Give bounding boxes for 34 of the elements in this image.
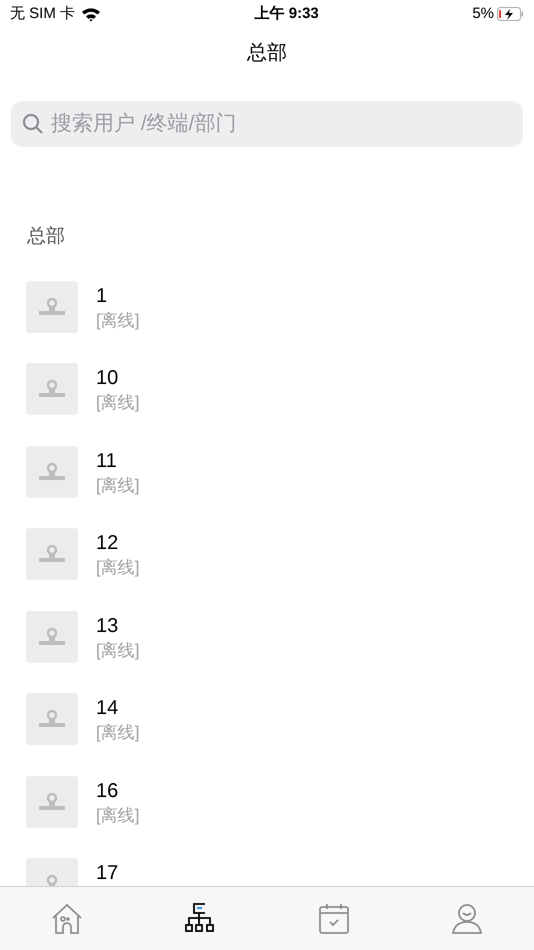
user-status: [离线] [96, 392, 140, 414]
user-name: 12 [96, 531, 120, 556]
avatar-placeholder [26, 610, 78, 662]
battery-charging-icon [497, 7, 524, 21]
calendar-icon[interactable] [316, 902, 351, 936]
user-status: [离线] [96, 557, 140, 579]
user-name: 17 [96, 861, 118, 886]
user-status: [离线] [96, 804, 140, 826]
user-name: 11 [96, 448, 118, 474]
avatar-placeholder [26, 528, 78, 580]
battery-text: 5% [472, 4, 494, 24]
page-title: 总部 [247, 41, 287, 66]
avatar-placeholder [26, 776, 78, 828]
section-title: 总部 [27, 226, 65, 247]
user-status: [离线] [96, 722, 140, 744]
avatar-placeholder [26, 693, 78, 745]
avatar-placeholder [26, 363, 78, 415]
user-name: 1 [96, 284, 108, 308]
user-status: [离线] [96, 310, 140, 332]
person-icon[interactable] [450, 902, 484, 936]
avatar-placeholder [26, 280, 78, 332]
user-name: 10 [96, 366, 120, 391]
home-icon[interactable] [50, 902, 84, 936]
carrier-text: 无 SIM 卡 [10, 4, 76, 24]
user-status: [离线] [96, 640, 140, 662]
search-field[interactable]: 搜索用户 /终端/部门 [11, 101, 523, 147]
avatar-placeholder [26, 446, 78, 498]
wifi-icon [81, 6, 102, 22]
user-name: 13 [96, 614, 120, 638]
search-icon [21, 112, 45, 136]
clock-text: 上午 9:33 [254, 4, 319, 24]
user-name: 14 [96, 696, 120, 721]
user-status: [离线] [96, 474, 140, 496]
user-name: 16 [96, 778, 120, 804]
